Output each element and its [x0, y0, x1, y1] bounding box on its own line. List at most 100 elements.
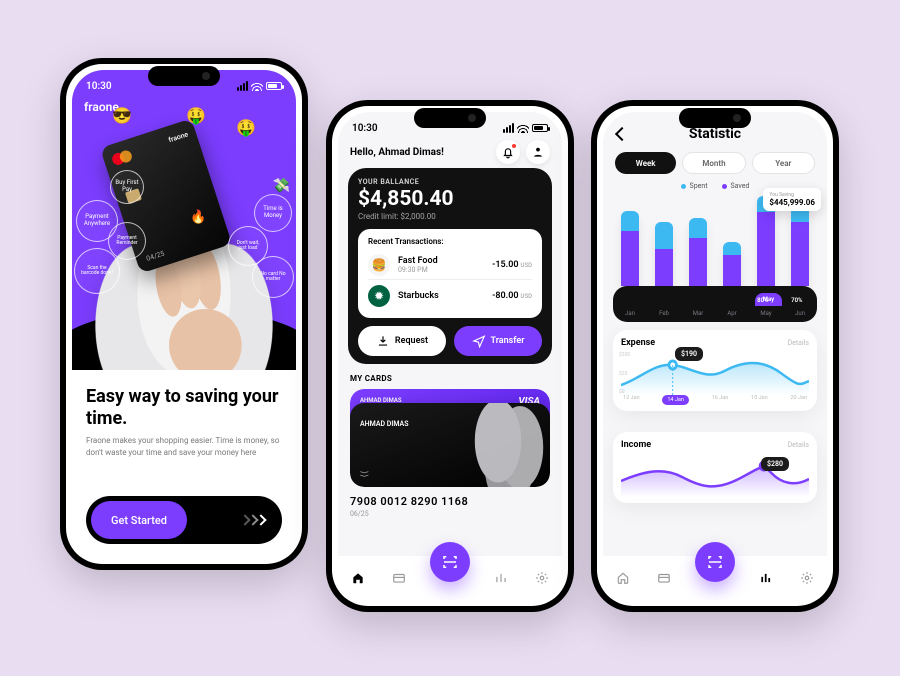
page-title: Statistic: [689, 126, 741, 142]
notch: [679, 108, 751, 128]
month-label: Feb: [647, 286, 681, 322]
send-icon: [472, 334, 486, 348]
tab-wallet[interactable]: [389, 568, 409, 588]
balance-label: YOUR BALLANCE: [358, 178, 542, 186]
bar-mar[interactable]: [685, 218, 711, 286]
period-segments: Week Month Year: [615, 152, 815, 174]
notch: [414, 108, 486, 128]
transaction-time: 09:30 PM: [398, 266, 438, 274]
user-icon: [531, 145, 545, 159]
balance-amount: $4,850.40: [358, 187, 542, 211]
wifi-icon: [517, 124, 529, 133]
bar-pct: 80%: [757, 297, 768, 304]
stats-icon: [494, 571, 508, 585]
tab-settings[interactable]: [532, 568, 552, 588]
scan-button[interactable]: [695, 542, 735, 582]
home-icon: [351, 571, 365, 585]
legend-spent: Spent: [681, 182, 708, 190]
recent-transactions: Recent Transactions: 🍔 Fast Food 09:30 P…: [358, 229, 542, 318]
transaction-amount: -15.00: [492, 260, 518, 270]
bar-feb[interactable]: [651, 222, 677, 286]
download-icon: [376, 334, 390, 348]
wallet-icon: [657, 571, 671, 585]
notification-dot: [511, 143, 517, 149]
notch: [148, 66, 220, 86]
card-stack[interactable]: AHMAD DIMAS VISA AHMAD DIMAS ⟩⟩: [350, 389, 550, 487]
income-title: Income: [621, 440, 651, 450]
month-label: Jun: [783, 286, 817, 322]
transaction-row[interactable]: 🍔 Fast Food 09:30 PM -15.00USD: [368, 251, 532, 279]
segment-year[interactable]: Year: [752, 152, 815, 174]
chevron-right-icon: [255, 514, 266, 525]
bubble: Scan the barcode done!: [74, 248, 120, 294]
bar-pct: 70%: [791, 297, 802, 304]
tab-home[interactable]: [348, 568, 368, 588]
details-link[interactable]: Details: [788, 441, 809, 449]
scan-button[interactable]: [430, 542, 470, 582]
income-card[interactable]: Income Details $280: [613, 432, 817, 503]
request-button[interactable]: Request: [358, 326, 446, 356]
merchant-icon: 🍔: [368, 254, 390, 276]
bar-jun[interactable]: [787, 201, 813, 286]
onboarding-phone: 10:30 .p1 .bat::before,.p1 .bat::after{b…: [60, 58, 308, 570]
chart-tooltip: You Saving $445,999.06: [763, 188, 821, 211]
bar-apr[interactable]: [719, 242, 745, 286]
card-black: AHMAD DIMAS ⟩⟩: [350, 403, 550, 487]
legend-saved: Saved: [722, 182, 750, 190]
value-badge: $190: [675, 347, 703, 361]
battery-icon: [532, 124, 548, 132]
gear-icon: [800, 571, 814, 585]
scan-icon: [706, 553, 724, 571]
credit-limit: Credit limit: $2,000.00: [358, 212, 542, 221]
tab-stats[interactable]: [491, 568, 511, 588]
clock: 10:30: [352, 123, 378, 134]
my-cards-label: MY CARDS: [350, 374, 550, 383]
clock: 10:30: [86, 81, 112, 92]
cardholder: AHMAD DIMAS: [360, 420, 409, 428]
bubble: Time is Money: [254, 194, 292, 232]
expense-title: Expense: [621, 338, 655, 348]
statistics-phone: Statistic Week Month Year Spent Saved Yo…: [591, 100, 839, 612]
segment-month[interactable]: Month: [682, 152, 745, 174]
card-expiry: 04/25: [145, 250, 165, 263]
expense-line: [621, 351, 809, 395]
bar-chart[interactable]: You Saving $445,999.06 May JanFebMarAprM…: [613, 194, 817, 322]
wifi-icon: [251, 82, 263, 91]
battery-icon: .p1 .bat::before,.p1 .bat::after{backgro…: [266, 82, 282, 90]
month-label: Jan: [613, 286, 647, 322]
tab-wallet[interactable]: [654, 568, 674, 588]
contactless-icon: ⟩⟩: [359, 470, 369, 477]
expense-card[interactable]: ExpenseDetails $300$20$0 $190 12 Jan 14 …: [613, 330, 817, 411]
transaction-amount: -80.00: [492, 291, 518, 301]
wallet-icon: [392, 571, 406, 585]
bubble: Buy First Pay: [110, 170, 144, 204]
tab-settings[interactable]: [797, 568, 817, 588]
card-number: 7908 0012 8290 1168: [350, 495, 550, 508]
card-expiry: 06/25: [350, 510, 550, 518]
home-phone: 10:30 Hello, Ahmad Dimas!: [326, 100, 574, 612]
profile-button[interactable]: [526, 140, 550, 164]
gear-icon: [535, 571, 549, 585]
mastercard-icon: [111, 149, 134, 167]
back-button[interactable]: [615, 127, 629, 141]
starbucks-icon: ✹: [368, 285, 390, 307]
next-chevrons[interactable]: [241, 516, 265, 524]
currency: USD: [521, 262, 532, 269]
my-cards-section: MY CARDS AHMAD DIMAS VISA AHMAD DIMAS ⟩⟩…: [350, 374, 550, 518]
bubble: No card No matter: [252, 256, 294, 298]
segment-week[interactable]: Week: [615, 152, 676, 174]
notifications-button[interactable]: [496, 140, 520, 164]
balance-card: YOUR BALLANCE $4,850.40 Credit limit: $2…: [348, 168, 552, 364]
subtitle: Fraone makes your shopping easier. Time …: [86, 435, 282, 459]
transfer-button[interactable]: Transfer: [454, 326, 542, 356]
details-link[interactable]: Details: [788, 339, 809, 347]
tab-stats[interactable]: [756, 568, 776, 588]
recent-label: Recent Transactions:: [368, 237, 532, 246]
transaction-row[interactable]: ✹ Starbucks -80.00USD: [368, 279, 532, 310]
bar-jan[interactable]: [617, 211, 643, 286]
scan-icon: [441, 553, 459, 571]
value-badge: $280: [761, 457, 789, 471]
tab-home[interactable]: [613, 568, 633, 588]
signal-icon: [237, 81, 248, 91]
get-started-button[interactable]: Get Started: [91, 501, 187, 539]
